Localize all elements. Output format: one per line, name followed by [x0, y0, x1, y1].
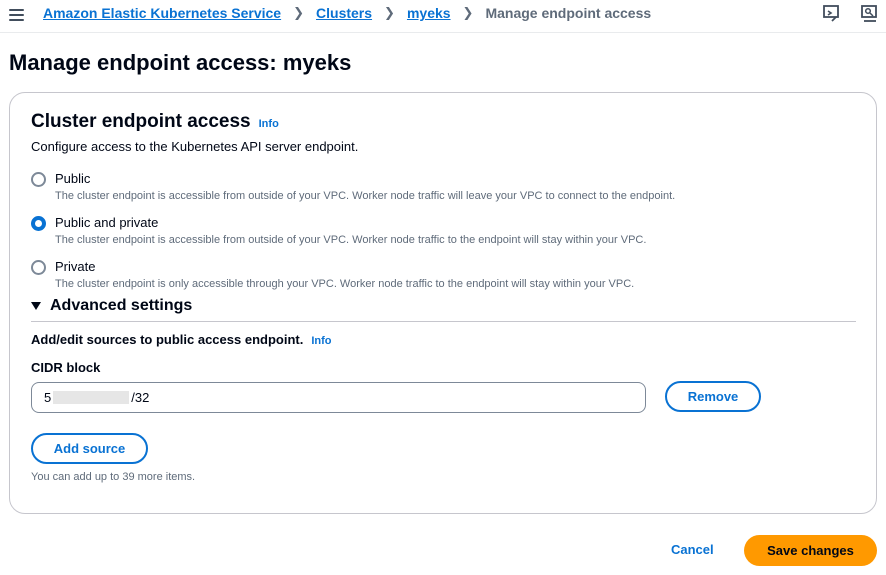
chevron-right-icon: ❯ [462, 5, 474, 20]
radio-label[interactable]: Private [55, 259, 95, 274]
radio-checked-icon[interactable] [31, 216, 46, 231]
breadcrumb-cluster-myeks[interactable]: myeks [407, 5, 451, 21]
radio-label[interactable]: Public and private [55, 215, 158, 230]
cancel-button[interactable]: Cancel [671, 542, 714, 557]
cidr-block-label: CIDR block [31, 360, 101, 375]
add-source-button[interactable]: Add source [31, 433, 148, 464]
breadcrumb-clusters[interactable]: Clusters [316, 5, 372, 21]
hamburger-menu-icon[interactable] [9, 9, 24, 22]
notifications-icon[interactable] [860, 4, 878, 22]
radio-unchecked-icon[interactable] [31, 260, 46, 275]
sources-heading: Add/edit sources to public access endpoi… [31, 332, 332, 347]
feedback-icon[interactable] [822, 4, 840, 22]
section-title: Cluster endpoint access Info [31, 111, 279, 132]
items-hint: You can add up to 39 more items. [31, 471, 196, 483]
save-changes-button[interactable]: Save changes [744, 535, 877, 566]
advanced-settings-toggle[interactable]: Advanced settings [31, 297, 192, 315]
section-description: Configure access to the Kubernetes API s… [31, 139, 359, 154]
radio-description: The cluster endpoint is only accessible … [55, 278, 635, 290]
remove-button[interactable]: Remove [665, 381, 761, 412]
breadcrumb-current: Manage endpoint access [485, 5, 652, 21]
radio-description: The cluster endpoint is accessible from … [55, 190, 676, 202]
chevron-right-icon: ❯ [293, 5, 305, 20]
info-link[interactable]: Info [311, 335, 331, 347]
radio-description: The cluster endpoint is accessible from … [55, 234, 647, 246]
endpoint-access-container: Cluster endpoint access Info Configure ac… [9, 92, 877, 514]
top-navigation-bar: Amazon Elastic Kubernetes Service ❯ Clus… [0, 0, 886, 33]
radio-label[interactable]: Public [55, 171, 90, 186]
breadcrumb: Amazon Elastic Kubernetes Service ❯ Clus… [43, 5, 651, 21]
caret-down-icon [31, 302, 41, 310]
divider [31, 321, 856, 322]
breadcrumb-eks[interactable]: Amazon Elastic Kubernetes Service [43, 5, 281, 21]
redacted-ip [53, 391, 130, 404]
cidr-block-input[interactable]: 5 /32 [31, 382, 646, 413]
chevron-right-icon: ❯ [384, 5, 395, 20]
page-title: Manage endpoint access: myeks [9, 50, 352, 75]
info-link[interactable]: Info [259, 118, 279, 130]
radio-unchecked-icon[interactable] [31, 172, 46, 187]
